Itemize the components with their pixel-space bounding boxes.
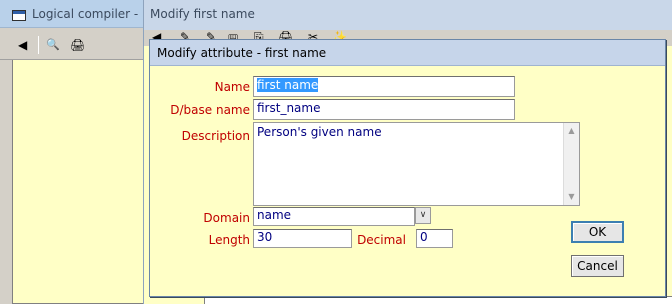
window-title: Logical compiler - M (32, 7, 153, 21)
name-field[interactable]: first name (253, 76, 515, 97)
description-label: Description (181, 129, 250, 143)
length-field[interactable]: 30 (253, 229, 352, 248)
domain-label: Domain (203, 211, 250, 225)
content-area-edge (204, 296, 672, 304)
dbname-label: D/base name (170, 103, 250, 117)
decimal-field[interactable]: 0 (416, 229, 453, 248)
find-icon[interactable]: 🔍 (46, 37, 60, 53)
scroll-up-icon[interactable]: ▲ (564, 124, 579, 138)
name-value: first name (257, 78, 319, 92)
dbname-field[interactable]: first_name (253, 99, 515, 120)
tree-pane[interactable] (12, 60, 148, 304)
window-title: Modify first name (150, 7, 255, 21)
window-icon (12, 10, 26, 21)
title-bar[interactable]: Modify first name (144, 0, 672, 30)
toolbar: ◀ 🔍 🖨 (0, 28, 150, 60)
print-icon[interactable]: 🖨 (70, 37, 85, 53)
name-label: Name (214, 80, 250, 94)
chevron-down-icon[interactable]: ∨ (415, 207, 431, 224)
description-field[interactable]: Person's given name ▲ ▼ (253, 122, 580, 206)
scroll-down-icon[interactable]: ▼ (564, 190, 579, 204)
toolbar-separator (38, 36, 39, 54)
logical-compiler-window: Logical compiler - M ◀ 🔍 🖨 (0, 0, 153, 304)
modify-attribute-dialog: Modify attribute - first name Name first… (149, 39, 666, 297)
back-arrow-icon[interactable]: ◀ (18, 37, 27, 53)
title-bar[interactable]: Logical compiler - M (0, 0, 153, 28)
description-scrollbar[interactable]: ▲ ▼ (563, 123, 579, 205)
domain-combo[interactable]: name (253, 207, 415, 226)
length-label: Length (208, 233, 250, 247)
decimal-label: Decimal (357, 233, 406, 247)
dialog-title-bar[interactable]: Modify attribute - first name (150, 40, 665, 66)
dialog-title: Modify attribute - first name (157, 46, 327, 60)
ok-button[interactable]: OK (571, 221, 624, 243)
description-value: Person's given name (257, 125, 382, 139)
cancel-button[interactable]: Cancel (571, 255, 624, 277)
